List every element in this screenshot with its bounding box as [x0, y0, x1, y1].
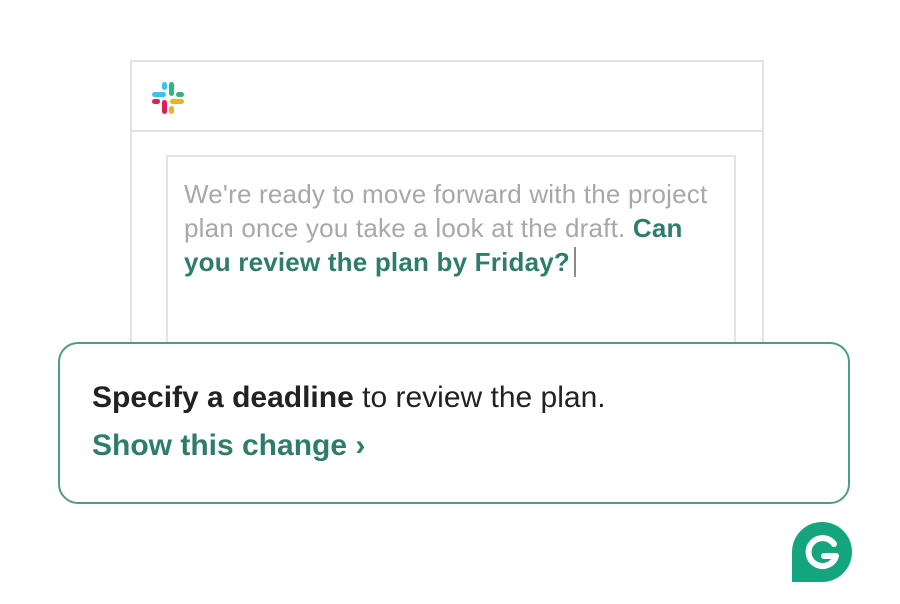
- text-caret: [573, 247, 576, 277]
- slack-window: We're ready to move forward with the pro…: [130, 60, 764, 375]
- message-text-plain: We're ready to move forward with the pro…: [184, 179, 708, 243]
- grammarly-logo-icon[interactable]: [790, 520, 854, 584]
- slack-logo-icon: [152, 82, 184, 114]
- slack-header: [132, 62, 762, 132]
- stage: We're ready to move forward with the pro…: [0, 0, 900, 604]
- suggestion-bold: Specify a deadline: [92, 381, 354, 414]
- suggestion-text: Specify a deadline to review the plan.: [92, 380, 606, 416]
- show-change-link[interactable]: Show this change ›: [92, 428, 365, 464]
- message-text[interactable]: We're ready to move forward with the pro…: [184, 177, 724, 279]
- grammarly-suggestion-card[interactable]: Specify a deadline to review the plan. S…: [58, 342, 850, 504]
- suggestion-rest: to review the plan.: [362, 381, 606, 414]
